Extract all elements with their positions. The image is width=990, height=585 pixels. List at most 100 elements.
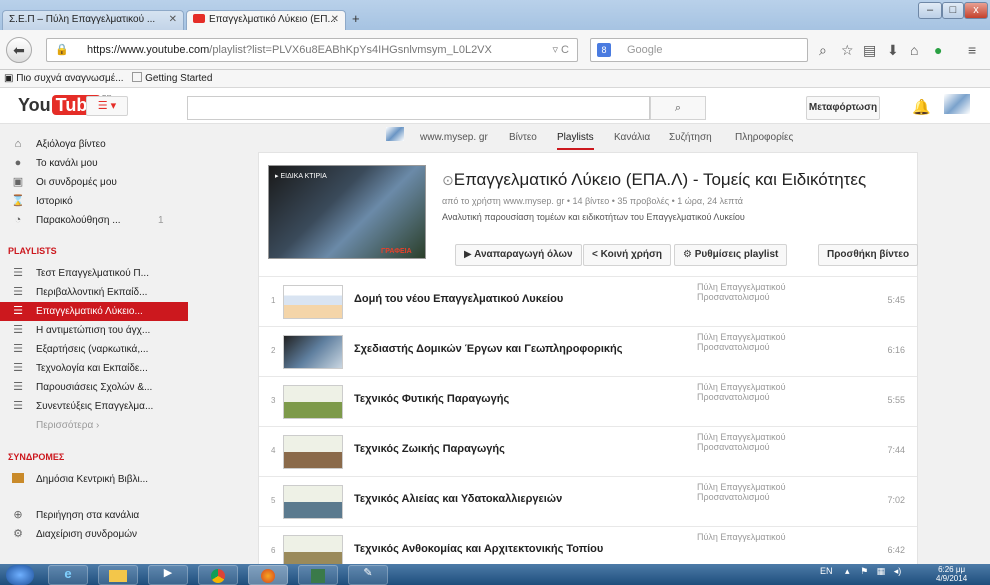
download-icon[interactable]: ⬇ [887, 42, 899, 59]
video-title[interactable]: Τεχνικός Ζωικής Παραγωγής [354, 443, 505, 455]
bookmarks-list-icon[interactable]: ▤ [863, 42, 876, 59]
playlist-video-row[interactable]: 3 Τεχνικός Φυτικής Παραγωγής Πύλη Επαγγε… [259, 376, 917, 426]
sidebar-item-browse-channels[interactable]: ⊕ Περιήγηση στα κανάλια [0, 506, 188, 525]
video-channel[interactable]: Πύλη Επαγγελματικού Προσανατολισμού [697, 432, 807, 452]
sidebar-playlist-item[interactable]: ☰ Εξαρτήσεις (ναρκωτικά,... [0, 340, 188, 359]
add-video-button[interactable]: Προσθήκη βίντεο [818, 244, 919, 266]
paint-taskbar-icon[interactable]: ✎ [348, 565, 388, 585]
sidebar-playlist-item[interactable]: ☰ Παρουσιάσεις Σχολών &... [0, 378, 188, 397]
sidebar-item-subscriptions[interactable]: ▣ Οι συνδρομές μου [0, 173, 188, 192]
chrome-taskbar-icon[interactable] [198, 565, 238, 585]
upload-button[interactable]: Μεταφόρτωση [806, 96, 880, 120]
close-tab-icon[interactable]: ✕ [331, 14, 339, 25]
notifications-bell-icon[interactable]: 🔔 [912, 98, 931, 116]
youtube-search-input[interactable] [187, 96, 650, 120]
sidebar-item-history[interactable]: ⌛ Ιστορικό [0, 192, 188, 211]
minimize-button[interactable]: – [918, 2, 942, 19]
video-title[interactable]: Τεχνικός Ανθοκομίας και Αρχιτεκτονικής Τ… [354, 543, 603, 555]
sidebar-item-label: Οι συνδρομές μου [36, 177, 117, 188]
video-thumbnail[interactable] [283, 285, 343, 319]
video-title[interactable]: Σχεδιαστής Δομικών Έργων και Γεωπληροφορ… [354, 343, 622, 355]
video-thumbnail[interactable] [283, 535, 343, 564]
network-icon[interactable]: ▦ [877, 566, 886, 576]
video-channel[interactable]: Πύλη Επαγγελματικού Προσανατολισμού [697, 482, 807, 502]
play-all-label: Αναπαραγωγή όλων [474, 249, 573, 260]
volume-icon[interactable]: ◂) [894, 566, 902, 576]
playlist-video-row[interactable]: 4 Τεχνικός Ζωικής Παραγωγής Πύλη Επαγγελ… [259, 426, 917, 476]
sidebar-playlist-item[interactable]: ☰ Η αντιμετώπιση του άγχ... [0, 321, 188, 340]
ie-taskbar-icon[interactable]: e [48, 565, 88, 585]
video-title[interactable]: Δομή του νέου Επαγγελματικού Λυκείου [354, 293, 563, 305]
video-channel[interactable]: Πύλη Επαγγελματικού [697, 532, 807, 542]
tab-playlists[interactable]: Playlists [557, 132, 594, 150]
sidebar-playlist-item[interactable]: ☰ Τεστ Επαγγελματικού Π... [0, 264, 188, 283]
video-thumbnail[interactable] [283, 485, 343, 519]
channel-avatar[interactable] [386, 127, 404, 141]
video-channel[interactable]: Πύλη Επαγγελματικού Προσανατολισμού [697, 332, 807, 352]
playlist-video-row[interactable]: 6 Τεχνικός Ανθοκομίας και Αρχιτεκτονικής… [259, 526, 917, 564]
browser-tab-1[interactable]: Σ.Ε.Π – Πύλη Επαγγελματικού ... ✕ [2, 10, 184, 30]
sidebar-playlist-item[interactable]: ☰ Περιβαλλοντική Εκπαίδ... [0, 283, 188, 302]
star-bookmark-icon[interactable]: ☆ [841, 42, 854, 59]
firefox-taskbar-icon[interactable] [248, 565, 288, 585]
media-player-taskbar-icon[interactable]: ▶ [148, 565, 188, 585]
channel-name-link[interactable]: www.mysep. gr [420, 132, 488, 143]
tab-discussion[interactable]: Συζήτηση [669, 132, 712, 143]
sidebar-item-label: Περιήγηση στα κανάλια [36, 510, 140, 521]
browser-tab-2[interactable]: Επαγγελματικό Λύκειο (ΕΠ... ✕ [186, 10, 346, 30]
video-channel[interactable]: Πύλη Επαγγελματικού Προσανατολισμού [697, 382, 807, 402]
addon-icon[interactable]: ● [934, 42, 942, 58]
sidebar-subscription-item[interactable]: Δημόσια Κεντρική Βιβλι... [0, 470, 188, 489]
close-tab-icon[interactable]: ✕ [169, 14, 177, 25]
start-button[interactable] [6, 565, 34, 585]
playlist-video-row[interactable]: 2 Σχεδιαστής Δομικών Έργων και Γεωπληροφ… [259, 326, 917, 376]
new-tab-button[interactable]: + [352, 11, 360, 26]
sidebar-playlist-item[interactable]: ☰ Συνεντεύξεις Επαγγελμα... [0, 397, 188, 416]
tab-videos[interactable]: Βίντεο [509, 132, 537, 143]
video-thumbnail[interactable] [283, 385, 343, 419]
publisher-taskbar-icon[interactable] [298, 565, 338, 585]
sidebar-item-watch-later[interactable]: ◔ Παρακολούθηση ... 1 [0, 211, 188, 230]
youtube-search-button[interactable]: ⌕ [650, 96, 706, 120]
share-button[interactable]: < Κοινή χρήση [583, 244, 671, 266]
search-engine-box[interactable]: 8 Google [590, 38, 808, 62]
sidebar-item-home[interactable]: ⌂ Αξιόλογα βίντεο [0, 135, 188, 154]
video-index: 4 [271, 446, 276, 455]
user-icon: ● [14, 157, 22, 169]
menu-icon[interactable]: ≡ [968, 42, 976, 58]
sidebar-playlist-item-active[interactable]: ☰ Επαγγελματικό Λύκειο... [0, 302, 188, 321]
video-title[interactable]: Τεχνικός Φυτικής Παραγωγής [354, 393, 509, 405]
search-icon[interactable]: ⌕ [819, 42, 827, 59]
language-indicator[interactable]: EN [820, 566, 833, 576]
tab-channels[interactable]: Κανάλια [614, 132, 650, 143]
flag-icon[interactable]: ⚑ [860, 566, 868, 576]
sidebar-item-manage-subscriptions[interactable]: ⚙ Διαχείριση συνδρομών [0, 525, 188, 544]
playlist-settings-button[interactable]: ⚙ Ρυθμίσεις playlist [674, 244, 788, 266]
close-window-button[interactable]: x [964, 2, 988, 19]
sidebar-playlist-item[interactable]: ☰ Τεχνολογία και Εκπαίδε... [0, 359, 188, 378]
video-thumbnail[interactable] [283, 435, 343, 469]
explorer-taskbar-icon[interactable] [98, 565, 138, 585]
reload-icon[interactable]: ▿ C [552, 39, 569, 61]
more-link[interactable]: Περισσότερα › [0, 416, 188, 435]
bookmark-getting-started[interactable]: Getting Started [145, 73, 212, 84]
tab-about[interactable]: Πληροφορίες [735, 132, 793, 143]
playlist-thumbnail[interactable]: ▸ ΕΙΔΙΚΑ ΚΤΙΡΙΑ ΓΡΑΦΕΙΑ [268, 165, 426, 259]
play-all-button[interactable]: ▶ Αναπαραγωγή όλων [455, 244, 582, 266]
video-thumbnail[interactable] [283, 335, 343, 369]
taskbar-clock[interactable]: 6:26 μμ 4/9/2014 [936, 565, 967, 583]
video-channel[interactable]: Πύλη Επαγγελματικού Προσανατολισμού [697, 282, 807, 302]
video-title[interactable]: Τεχνικός Αλιείας και Υδατοκαλλιεργειών [354, 493, 562, 505]
guide-menu-button[interactable]: ☰ ▾ [86, 96, 128, 116]
sidebar-item-my-channel[interactable]: ● Το κανάλι μου [0, 154, 188, 173]
playlist-video-row[interactable]: 1 Δομή του νέου Επαγγελματικού Λυκείου Π… [259, 276, 917, 326]
bookmark-most-visited[interactable]: Πιο συχνά αναγνωσμέ... [16, 73, 123, 84]
avatar[interactable] [944, 94, 970, 114]
home-icon[interactable]: ⌂ [910, 42, 918, 58]
maximize-button[interactable]: □ [942, 2, 964, 19]
back-icon[interactable]: ⬅ [6, 37, 32, 63]
tray-expand-icon[interactable]: ▴ [845, 566, 850, 576]
bookmarks-bar: ▣ Πιο συχνά αναγνωσμέ... Getting Started [0, 70, 990, 88]
url-bar[interactable]: 🔒 https://www.youtube.com/playlist?list=… [46, 38, 578, 62]
playlist-video-row[interactable]: 5 Τεχνικός Αλιείας και Υδατοκαλλιεργειών… [259, 476, 917, 526]
